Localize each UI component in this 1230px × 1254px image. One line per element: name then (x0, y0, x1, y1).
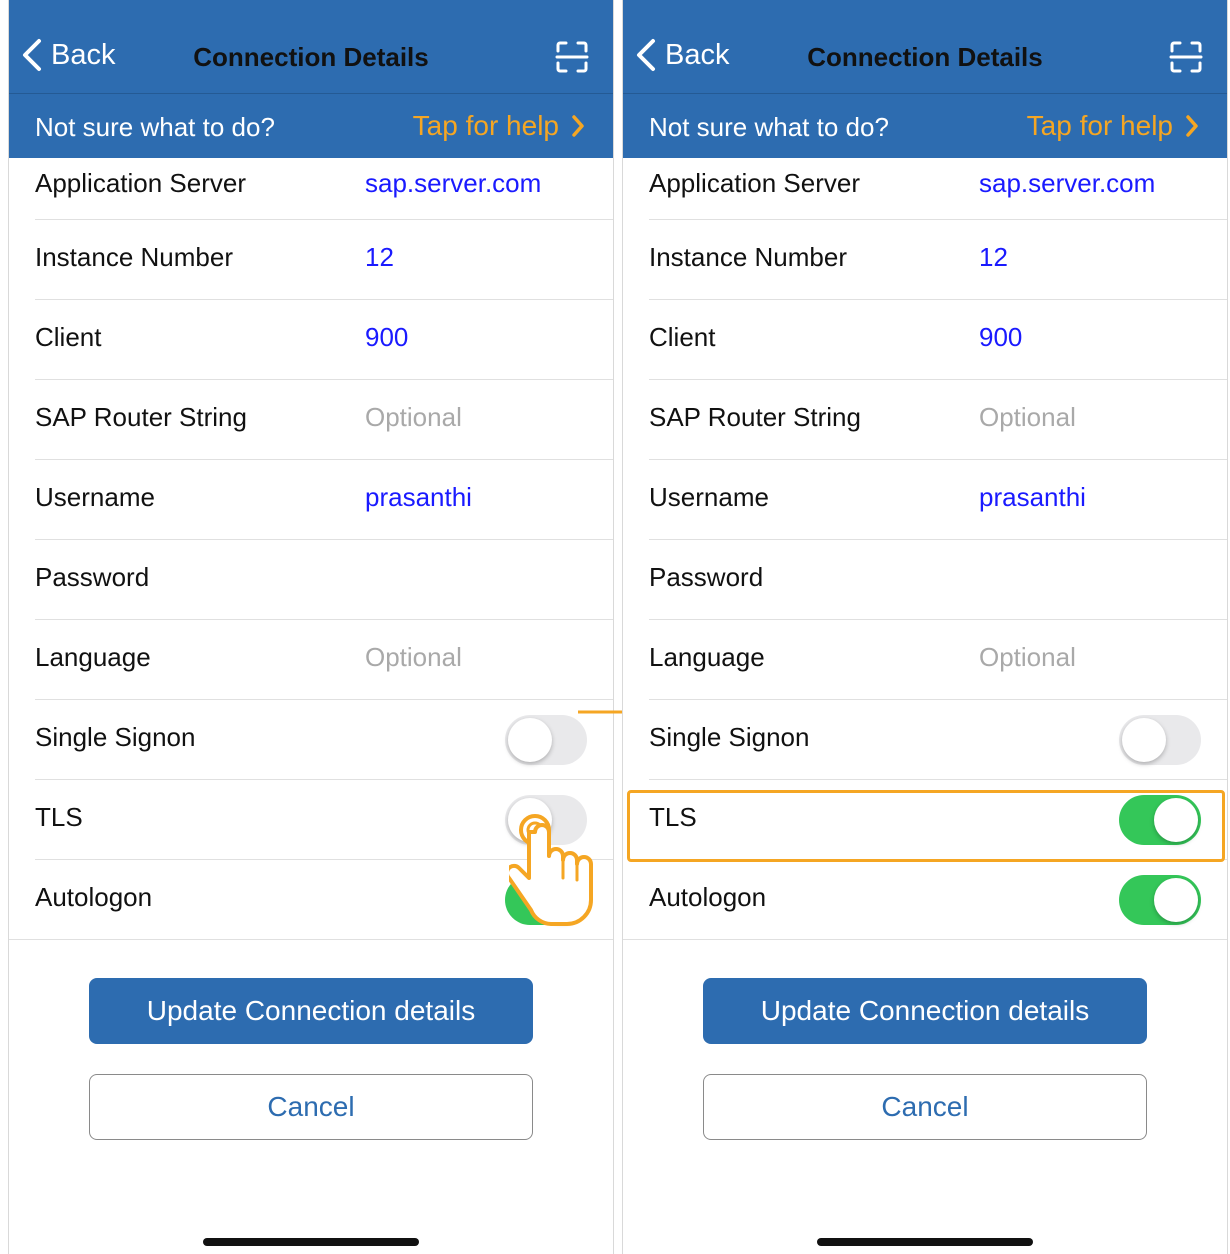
toggle-label: TLS (649, 802, 697, 832)
scan-frame-icon[interactable] (1169, 40, 1203, 74)
tap-for-help-link[interactable]: Tap for help (1027, 110, 1199, 142)
tls-switch[interactable] (1119, 795, 1201, 845)
field-placeholder[interactable]: Optional (979, 642, 1076, 673)
field-value[interactable]: prasanthi (365, 482, 472, 513)
field-sap-router-string[interactable]: SAP Router String Optional (35, 380, 613, 460)
field-label: Client (35, 322, 102, 352)
toggle-row-single-signon: Single Signon (35, 700, 613, 780)
toggle-label: TLS (35, 802, 83, 832)
field-label: SAP Router String (649, 402, 861, 432)
help-banner: Not sure what to do? Tap for help (9, 94, 613, 158)
switch-knob (1154, 798, 1198, 842)
field-client[interactable]: Client 900 (649, 300, 1227, 380)
toggle-row-single-signon: Single Signon (649, 700, 1227, 780)
update-connection-button[interactable]: Update Connection details (89, 978, 533, 1044)
scan-frame-icon[interactable] (555, 40, 589, 74)
field-password[interactable]: Password (649, 540, 1227, 620)
help-link-label: Tap for help (412, 110, 559, 141)
help-prompt: Not sure what to do? (35, 112, 275, 142)
screen-after: Back Connection Details Not sure what to… (622, 0, 1228, 1254)
field-label: Instance Number (35, 242, 233, 272)
field-value[interactable]: 900 (979, 322, 1022, 353)
help-prompt: Not sure what to do? (649, 112, 889, 142)
single-signon-switch[interactable] (1119, 715, 1201, 765)
field-label: Client (649, 322, 716, 352)
home-indicator (817, 1238, 1033, 1246)
field-value[interactable]: prasanthi (979, 482, 1086, 513)
toggle-label: Autologon (649, 882, 767, 912)
field-label: Language (649, 642, 765, 672)
navigation-bar: Back Connection Details (9, 0, 613, 94)
field-language[interactable]: Language Optional (649, 620, 1227, 700)
field-placeholder[interactable]: Optional (365, 402, 462, 433)
help-link-label: Tap for help (1026, 110, 1173, 141)
field-value[interactable]: 12 (365, 242, 394, 273)
field-password[interactable]: Password (35, 540, 613, 620)
field-label: Application Server (649, 168, 860, 198)
switch-knob (1122, 718, 1166, 762)
update-connection-button[interactable]: Update Connection details (703, 978, 1147, 1044)
switch-knob (508, 718, 552, 762)
field-client[interactable]: Client 900 (35, 300, 613, 380)
cancel-button[interactable]: Cancel (703, 1074, 1147, 1140)
screen-before: Back Connection Details Not sure what to… (8, 0, 614, 1254)
field-label: SAP Router String (35, 402, 247, 432)
field-placeholder[interactable]: Optional (365, 642, 462, 673)
field-label: Password (649, 562, 764, 592)
field-username[interactable]: Username prasanthi (35, 460, 613, 540)
field-label: Language (35, 642, 151, 672)
navigation-bar: Back Connection Details (623, 0, 1227, 94)
field-value[interactable]: 900 (365, 322, 408, 353)
tap-hand-icon (509, 814, 593, 926)
home-indicator (203, 1238, 419, 1246)
field-value[interactable]: sap.server.com (979, 168, 1155, 199)
field-application-server[interactable]: Application Server sap.server.com (649, 158, 1227, 220)
toggle-row-autologon: Autologon (623, 860, 1227, 940)
toggle-label: Single Signon (35, 722, 196, 752)
page-title: Connection Details (193, 42, 429, 72)
field-instance-number[interactable]: Instance Number 12 (649, 220, 1227, 300)
field-label: Instance Number (649, 242, 847, 272)
field-instance-number[interactable]: Instance Number 12 (35, 220, 613, 300)
cancel-button[interactable]: Cancel (89, 1074, 533, 1140)
switch-knob (1154, 878, 1198, 922)
page-title: Connection Details (807, 42, 1043, 72)
autologon-switch[interactable] (1119, 875, 1201, 925)
field-label: Password (35, 562, 150, 592)
chevron-right-icon (1186, 115, 1198, 137)
field-language[interactable]: Language Optional (35, 620, 613, 700)
field-application-server[interactable]: Application Server sap.server.com (35, 158, 613, 220)
field-label: Username (649, 482, 769, 512)
tap-for-help-link[interactable]: Tap for help (413, 110, 585, 142)
field-label: Application Server (35, 168, 246, 198)
field-value[interactable]: 12 (979, 242, 1008, 273)
field-value[interactable]: sap.server.com (365, 168, 541, 199)
field-sap-router-string[interactable]: SAP Router String Optional (649, 380, 1227, 460)
field-label: Username (35, 482, 155, 512)
field-username[interactable]: Username prasanthi (649, 460, 1227, 540)
chevron-right-icon (572, 115, 584, 137)
toggle-label: Single Signon (649, 722, 810, 752)
toggle-row-tls: TLS (649, 780, 1227, 860)
single-signon-switch[interactable] (505, 715, 587, 765)
toggle-label: Autologon (35, 882, 153, 912)
field-placeholder[interactable]: Optional (979, 402, 1076, 433)
help-banner: Not sure what to do? Tap for help (623, 94, 1227, 158)
